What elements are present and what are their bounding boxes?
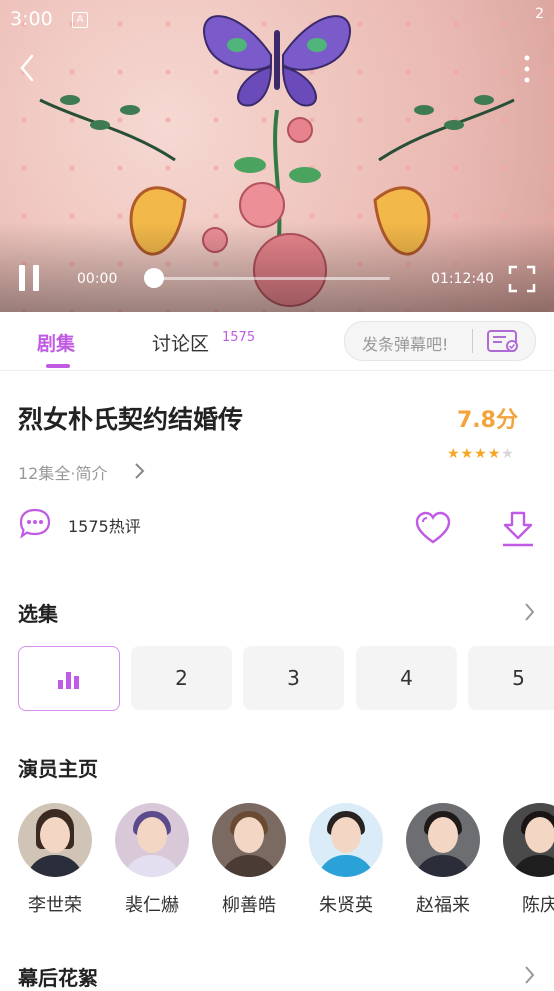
heart-icon[interactable] xyxy=(414,510,452,546)
chevron-right-icon[interactable] xyxy=(132,461,146,481)
actor-name: 裴仁爀 xyxy=(125,895,179,916)
episodes-more-chevron-icon[interactable] xyxy=(522,601,536,623)
actor-item[interactable]: 柳善皓 xyxy=(204,803,294,917)
pause-icon[interactable] xyxy=(16,263,42,293)
actor-name: 柳善皓 xyxy=(222,895,276,916)
avatar xyxy=(309,803,383,877)
avatar xyxy=(212,803,286,877)
download-icon[interactable] xyxy=(500,510,536,548)
star-icon: ★ xyxy=(487,446,502,462)
current-time: 00:00 xyxy=(77,271,118,287)
actor-item[interactable]: 朱贤英 xyxy=(301,803,391,917)
show-meta-link[interactable]: 12集全·简介 xyxy=(18,460,107,484)
episode-button[interactable]: 5 xyxy=(468,646,554,710)
active-tab-indicator xyxy=(46,364,70,368)
actor-item[interactable]: 裴仁爀 xyxy=(107,803,197,917)
avatar xyxy=(115,803,189,877)
star-icon: ★ xyxy=(474,446,488,462)
actor-item[interactable]: 李世荣 xyxy=(10,803,100,917)
episode-button[interactable]: 2 xyxy=(131,646,232,710)
star-icon: ★ xyxy=(447,446,461,462)
actor-name: 陈庆 xyxy=(522,895,554,916)
episode-1-playing[interactable] xyxy=(18,646,120,711)
back-icon[interactable] xyxy=(14,50,42,86)
video-player[interactable]: 3:00 A 2 00:00 01:12:40 xyxy=(0,0,554,312)
comment-icon[interactable] xyxy=(18,507,52,539)
avatar xyxy=(18,803,92,877)
show-score: 7.8分 xyxy=(457,408,518,433)
actor-name: 李世荣 xyxy=(28,895,82,916)
tab-episodes[interactable]: 剧集 xyxy=(37,329,75,356)
actor-item[interactable]: 陈庆 xyxy=(495,803,554,917)
more-icon[interactable] xyxy=(522,54,532,84)
discussion-count: 1575 xyxy=(222,330,256,345)
danmaku-divider xyxy=(472,329,473,353)
behind-section-title: 幕后花絮 xyxy=(18,966,98,990)
danmaku-icon[interactable] xyxy=(486,329,520,353)
behind-more-chevron-icon[interactable] xyxy=(522,964,536,986)
avatar xyxy=(406,803,480,877)
actor-name: 赵福来 xyxy=(416,895,470,916)
star-icon: ★ xyxy=(501,446,515,462)
actor-name: 朱贤英 xyxy=(319,895,373,916)
rating-stars: ★★★★★ xyxy=(447,446,515,462)
seek-thumb[interactable] xyxy=(144,268,164,288)
episodes-section-title: 选集 xyxy=(18,602,58,626)
show-title: 烈女朴氏契约结婚传 xyxy=(18,405,244,434)
notification-icon: A xyxy=(72,12,88,28)
status-bar: 3:00 A 2 xyxy=(0,0,554,40)
comments-count[interactable]: 1575热评 xyxy=(68,513,141,537)
fullscreen-icon[interactable] xyxy=(507,264,537,294)
danmaku-input[interactable]: 发条弹幕吧! xyxy=(344,321,536,361)
video-controls-shade xyxy=(0,222,554,312)
total-time: 01:12:40 xyxy=(431,271,494,287)
tab-discussion[interactable]: 讨论区 xyxy=(152,329,209,356)
status-time: 3:00 xyxy=(10,8,53,30)
star-icon: ★ xyxy=(460,446,475,462)
episode-button[interactable]: 4 xyxy=(356,646,457,710)
actor-item[interactable]: 赵福来 xyxy=(398,803,488,917)
danmaku-placeholder: 发条弹幕吧! xyxy=(362,335,449,354)
episode-button[interactable]: 3 xyxy=(243,646,344,710)
avatar xyxy=(503,803,554,877)
content-tabs: 剧集 讨论区 1575 发条弹幕吧! xyxy=(0,312,554,371)
seek-bar[interactable] xyxy=(150,277,390,280)
playing-bars-icon xyxy=(58,672,79,689)
actors-section-title: 演员主页 xyxy=(18,757,98,781)
status-battery: 2 xyxy=(535,6,544,22)
